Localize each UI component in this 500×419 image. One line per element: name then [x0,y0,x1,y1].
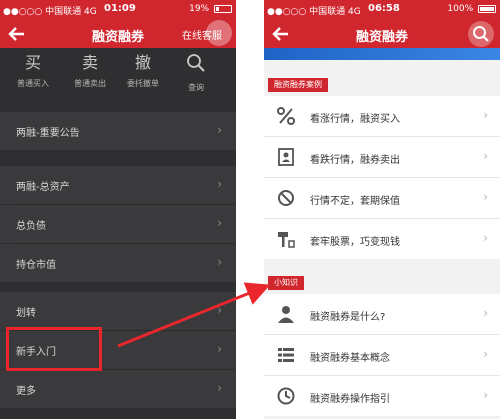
chevron-right-icon: › [217,381,222,395]
status-time: 06:58 [368,3,400,14]
case-item-bullish[interactable]: 看涨行情，融资买入 › [264,96,500,136]
chevron-right-icon: › [217,255,222,269]
list-icon [278,348,294,362]
menu-item-total-assets[interactable]: 两融-总资产 › [0,166,236,204]
chevron-right-icon: › [483,347,488,361]
menu-item-label: 更多 [16,386,36,397]
knowledge-label: 融资融券基本概念 [310,353,390,364]
cancel-label: 委托撤单 [127,79,159,88]
contact-card-icon [278,148,294,166]
query-label: 查询 [188,83,204,92]
person-icon [278,306,294,323]
battery-percent: 100% [447,4,474,14]
knowledge-item-guide[interactable]: 融资融券操作指引 › [264,376,500,416]
menu-item-label: 两融-重要公告 [16,128,80,139]
quick-actions-bar: 买 普通买入 卖 普通卖出 撤 委托撤单 查询 [0,48,236,100]
menu-item-important-notice[interactable]: 两融-重要公告 › [0,112,236,150]
nav-bar: 融资融券 在线客服 [0,20,236,48]
knowledge-item-what-is[interactable]: 融资融券是什么? › [264,294,500,334]
buy-glyph: 买 [24,53,41,72]
quick-cancel-button[interactable]: 撤 委托撤单 [116,52,170,89]
knowledge-label: 融资融券操作指引 [310,394,390,405]
chevron-right-icon: › [217,303,222,317]
cancel-glyph: 撤 [134,53,151,72]
menu-item-label: 持仓市值 [16,260,56,271]
case-label: 看跌行情，融券卖出 [310,155,400,166]
status-time: 01:09 [104,3,136,14]
battery-icon [214,4,232,13]
section-tag-knowledge: 小知识 [268,276,304,290]
chevron-right-icon: › [483,388,488,402]
case-label: 行情不定，套期保值 [310,196,400,207]
battery-indicator: 19% [189,4,232,14]
quick-sell-button[interactable]: 卖 普通卖出 [63,52,117,89]
menu-item-transfer[interactable]: 划转 › [0,292,236,330]
chevron-right-icon: › [483,190,488,204]
case-label: 套牢股票，巧变现钱 [310,237,400,248]
menu-item-total-liabilities[interactable]: 总负债 › [0,205,236,243]
sell-glyph: 卖 [81,53,98,72]
sell-label: 普通卖出 [74,79,106,88]
case-label: 看涨行情，融资买入 [310,114,400,125]
clock-icon [277,387,295,405]
case-item-bearish[interactable]: 看跌行情，融券卖出 › [264,137,500,177]
floating-assist-icon[interactable] [206,20,232,46]
status-bar: ●●○○○ 中国联通 4G 01:09 19% [0,0,236,20]
chevron-right-icon: › [217,123,222,137]
page-title: 融资融券 [355,30,408,45]
menu-item-more[interactable]: 更多 › [0,370,236,408]
menu-item-position-value[interactable]: 持仓市值 › [0,244,236,282]
menu-item-label: 划转 [16,308,36,319]
quick-buy-button[interactable]: 买 普通买入 [6,52,60,89]
chevron-right-icon: › [483,149,488,163]
battery-percent: 19% [189,4,210,14]
chevron-right-icon: › [217,342,222,356]
chevron-right-icon: › [483,108,488,122]
buy-label: 普通买入 [17,79,49,88]
case-item-stuck-stocks[interactable]: 套牢股票，巧变现钱 › [264,219,500,259]
knowledge-item-basics[interactable]: 融资融券基本概念 › [264,335,500,375]
menu-item-label: 总负债 [16,221,46,232]
search-button[interactable] [468,21,494,47]
search-icon [187,54,205,72]
case-item-hedge[interactable]: 行情不定，套期保值 › [264,178,500,218]
chevron-right-icon: › [483,231,488,245]
battery-indicator: 100% [447,4,496,14]
knowledge-label: 融资融券是什么? [310,312,386,323]
chevron-right-icon: › [483,306,488,320]
battery-icon [478,4,496,13]
quick-query-button[interactable]: 查询 [169,52,223,93]
highlight-box-beginner-guide [6,327,102,371]
menu-item-label: 两融-总资产 [16,182,70,193]
chevron-right-icon: › [217,177,222,191]
section-tag-cases: 融资融券案例 [268,78,328,92]
status-bar: ●●○○○ 中国联通 4G 06:58 100% [264,0,500,20]
percent-icon [277,107,295,125]
banner-strip [264,48,500,60]
right-phone-screen: ●●○○○ 中国联通 4G 06:58 100% 融资融券 融资融券案例 看涨行… [264,0,500,419]
carrier-text: ●●○○○ 中国联通 4G [3,7,97,17]
search-icon [473,26,489,42]
no-entry-icon [278,190,294,206]
hammer-icon [278,232,295,248]
nav-bar: 融资融券 [264,20,500,48]
carrier-text: ●●○○○ 中国联通 4G [267,7,361,17]
chevron-right-icon: › [217,216,222,230]
